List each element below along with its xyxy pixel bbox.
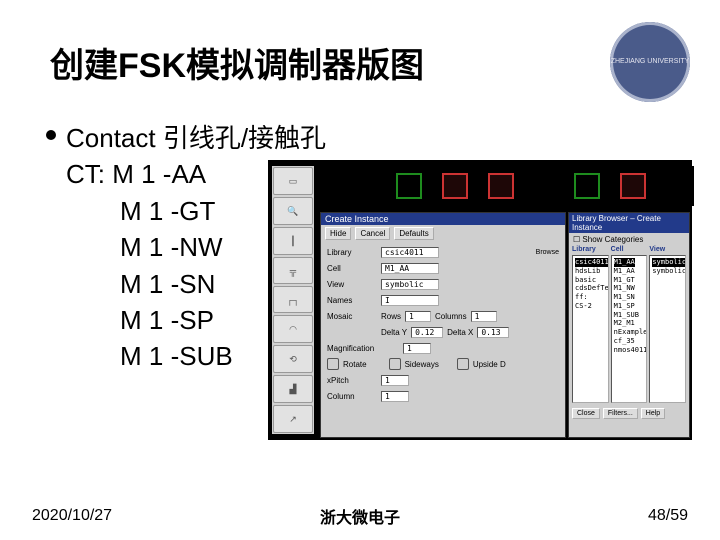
footer-page: 48/59 xyxy=(648,507,688,525)
rotate-toggle[interactable] xyxy=(327,358,339,370)
tool-button[interactable]: ▟ xyxy=(273,375,313,403)
cell-input[interactable]: M1_AA xyxy=(381,263,439,274)
contact-heading: Contact 引线孔/接触孔 xyxy=(66,120,326,156)
cell-list[interactable]: M1_AA M1_AA M1_GT M1_NW M1_SN M1_SP M1_S… xyxy=(611,255,648,403)
create-instance-dialog: Create Instance Hide Cancel Defaults Lib… xyxy=(320,212,566,438)
contact-preview-icon xyxy=(442,173,468,199)
tool-button[interactable]: ┃ xyxy=(273,227,313,255)
library-browser-panel: Library Browser – Create Instance ☐ Show… xyxy=(568,212,690,438)
column-label: Column xyxy=(327,392,377,401)
tool-button[interactable]: ╦ xyxy=(273,257,313,284)
footer-date: 2020/10/27 xyxy=(32,507,112,525)
contact-preview-icon xyxy=(488,173,514,199)
close-button[interactable]: Close xyxy=(572,408,600,419)
columns-label: Columns xyxy=(435,312,467,321)
tool-button[interactable]: ┌┐ xyxy=(273,286,313,313)
tool-button[interactable]: ▭ xyxy=(273,167,313,195)
view-input[interactable]: symbolic xyxy=(381,279,439,290)
rows-label: Rows xyxy=(381,312,401,321)
show-categories-label: Show Categories xyxy=(582,235,643,244)
rotate-label: Rotate xyxy=(343,360,367,369)
upside-label: Upside D xyxy=(473,360,506,369)
libbrowser-title: Library Browser – Create Instance xyxy=(569,213,689,233)
columns-input[interactable]: 1 xyxy=(471,311,497,322)
view-header: View xyxy=(649,246,686,253)
view-label: View xyxy=(327,280,377,289)
cell-header: Cell xyxy=(611,246,648,253)
defaults-button[interactable]: Defaults xyxy=(394,227,433,240)
xpitch-label: xPitch xyxy=(327,376,377,385)
magnification-input[interactable]: 1 xyxy=(403,343,431,354)
mosaic-label: Mosaic xyxy=(327,312,377,321)
view-list[interactable]: symbolic symbolic xyxy=(649,255,686,403)
xpitch-input[interactable]: 1 xyxy=(381,375,409,386)
sideways-label: Sideways xyxy=(405,360,439,369)
column-input[interactable]: 1 xyxy=(381,391,409,402)
deltax-label: Delta X xyxy=(447,328,473,337)
show-categories-checkbox[interactable]: ☐ xyxy=(573,235,582,244)
deltay-label: Delta Y xyxy=(381,328,407,337)
names-label: Names xyxy=(327,296,377,305)
contact-preview-icon xyxy=(574,173,600,199)
upside-toggle[interactable] xyxy=(457,358,469,370)
magnification-label: Magnification xyxy=(327,344,399,353)
library-input[interactable]: csic4011 xyxy=(381,247,439,258)
tool-button[interactable]: ↗ xyxy=(273,405,313,433)
help-button[interactable]: Help xyxy=(641,408,665,419)
contact-preview-icon xyxy=(396,173,422,199)
lib-header: Library xyxy=(572,246,609,253)
eda-screenshot: ▭ 🔍 ┃ ╦ ┌┐ ◠ ⟲ ▟ ↗ Create Instance Hide … xyxy=(268,160,692,440)
rows-input[interactable]: 1 xyxy=(405,311,431,322)
library-list[interactable]: csic4011 hdsLib basic cdsDefTec ff: CS-2 xyxy=(572,255,609,403)
tool-palette: ▭ 🔍 ┃ ╦ ┌┐ ◠ ⟲ ▟ ↗ xyxy=(272,166,314,434)
filters-button[interactable]: Filters... xyxy=(603,408,638,419)
dialog-title: Create Instance xyxy=(321,213,565,225)
layout-preview xyxy=(388,166,694,206)
tool-button[interactable]: ◠ xyxy=(273,315,313,343)
cancel-button[interactable]: Cancel xyxy=(355,227,390,240)
hide-button[interactable]: Hide xyxy=(325,227,351,240)
footer-center: 浙大微电子 xyxy=(320,504,400,528)
sideways-toggle[interactable] xyxy=(389,358,401,370)
bullet-icon xyxy=(46,130,56,140)
tool-button[interactable]: 🔍 xyxy=(273,197,313,225)
names-input[interactable]: I xyxy=(381,295,439,306)
deltay-input[interactable]: 0.12 xyxy=(411,327,443,338)
slide-title: 创建FSK模拟调制器版图 xyxy=(50,38,424,87)
library-label: Library xyxy=(327,248,377,257)
university-logo: ZHEJIANG UNIVERSITY xyxy=(610,22,690,102)
cell-label: Cell xyxy=(327,264,377,273)
tool-button[interactable]: ⟲ xyxy=(273,345,313,373)
contact-preview-icon xyxy=(620,173,646,199)
browse-label[interactable]: Browse xyxy=(536,249,559,256)
deltax-input[interactable]: 0.13 xyxy=(477,327,509,338)
